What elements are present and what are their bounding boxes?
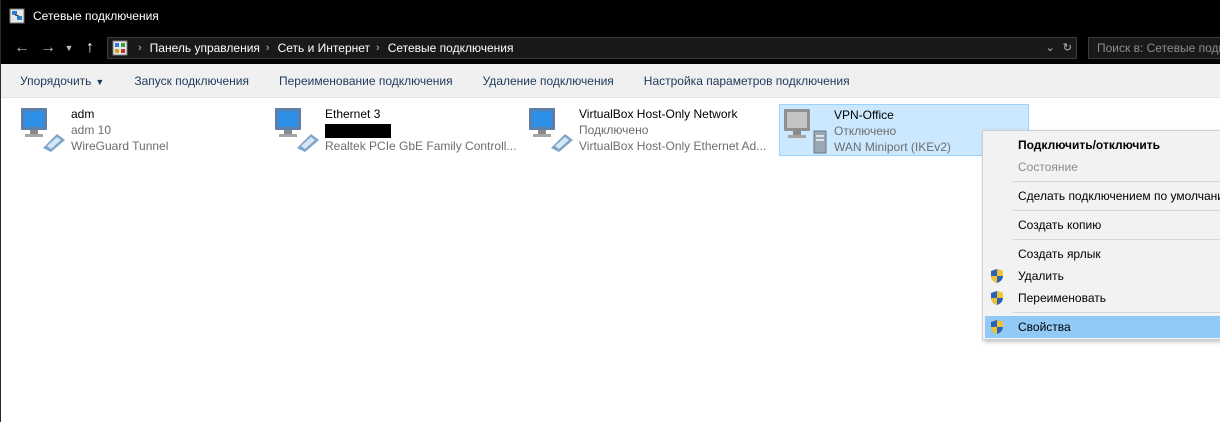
title-bar: Сетевые подключения: [1, 0, 1220, 32]
breadcrumb-network-connections[interactable]: Сетевые подключения: [388, 41, 514, 55]
connection-device: WAN Miniport (IKEv2): [834, 140, 951, 154]
connection-status: Отключено: [834, 124, 897, 138]
menu-separator: [1013, 312, 1220, 313]
explorer-window: Сетевые подключения ← → ▼ ↑ › Панель упр…: [0, 0, 1220, 422]
connection-device: Realtek PCIe GbE Family Controll...: [325, 139, 517, 153]
menu-item-status: Состояние: [1018, 160, 1078, 174]
network-connections-icon: [9, 8, 25, 24]
connection-item-virtualbox[interactable]: VirtualBox Host-Only Network Подключено …: [525, 104, 775, 156]
chevron-down-icon[interactable]: ⌄: [1046, 41, 1055, 54]
breadcrumb-control-panel[interactable]: Панель управления: [150, 41, 260, 55]
address-bar[interactable]: › Панель управления › Сеть и Интернет › …: [107, 37, 1077, 59]
connection-device: VirtualBox Host-Only Ethernet Ad...: [579, 139, 767, 153]
search-input[interactable]: Поиск в: Сетевые подкл: [1088, 37, 1220, 59]
up-arrow-icon[interactable]: ↑: [77, 35, 103, 61]
connection-text: adm adm 10 WireGuard Tunnel: [71, 104, 168, 156]
network-adapter-icon: [529, 108, 573, 152]
connection-text: VPN-Office Отключено WAN Miniport (IKEv2…: [834, 105, 951, 155]
menu-item-rename[interactable]: Переименовать: [985, 287, 1220, 309]
command-bar: Упорядочить ▼ Запуск подключения Переимен…: [1, 64, 1220, 98]
connection-name: VirtualBox Host-Only Network: [579, 107, 738, 121]
menu-item-properties[interactable]: Свойства: [985, 316, 1220, 338]
connection-text: Ethernet 3 Realtek PCIe GbE Family Contr…: [325, 104, 516, 156]
menu-item-create-copy[interactable]: Создать копию: [985, 214, 1220, 236]
delete-connection-button[interactable]: Удаление подключения: [483, 74, 614, 88]
breadcrumb-network-internet[interactable]: Сеть и Интернет: [278, 41, 370, 55]
menu-item-set-default[interactable]: Сделать подключением по умолчанию: [985, 185, 1220, 207]
uac-shield-icon: [991, 291, 1003, 305]
connection-settings-button[interactable]: Настройка параметров подключения: [644, 74, 850, 88]
menu-item-connect-disconnect[interactable]: Подключить/отключить: [985, 134, 1220, 156]
menu-item-create-shortcut[interactable]: Создать ярлык: [985, 243, 1220, 265]
connection-item-ethernet-3[interactable]: Ethernet 3 Realtek PCIe GbE Family Contr…: [271, 104, 521, 156]
connection-name: adm: [71, 107, 95, 121]
forward-arrow-icon[interactable]: →: [35, 35, 61, 61]
back-arrow-icon[interactable]: ←: [9, 35, 35, 61]
organize-button[interactable]: Упорядочить ▼: [20, 74, 104, 88]
connection-name: Ethernet 3: [325, 107, 381, 121]
connection-name: VPN-Office: [834, 108, 894, 122]
address-controls: ⌄ ↻: [1046, 41, 1072, 54]
connection-text: VirtualBox Host-Only Network Подключено …: [579, 104, 766, 156]
network-adapter-icon: [275, 108, 319, 152]
connection-status: adm 10: [71, 123, 112, 137]
refresh-icon[interactable]: ↻: [1063, 41, 1072, 54]
breadcrumb-separator[interactable]: ›: [266, 42, 270, 54]
breadcrumb-separator[interactable]: ›: [376, 42, 380, 54]
menu-item-label: Удалить: [1018, 269, 1064, 283]
network-adapter-icon: [21, 108, 65, 152]
rename-connection-button[interactable]: Переименование подключения: [279, 74, 453, 88]
context-menu: Подключить/отключить Состояние Сделать п…: [982, 130, 1220, 340]
menu-item-label: Свойства: [1018, 320, 1071, 334]
navigation-bar: ← → ▼ ↑ › Панель управления › Сеть и Инт…: [1, 32, 1220, 64]
uac-shield-icon: [991, 320, 1003, 334]
organize-label: Упорядочить: [20, 73, 92, 88]
control-panel-icon: [112, 40, 128, 56]
connection-item-adm[interactable]: adm adm 10 WireGuard Tunnel: [17, 104, 267, 156]
vpn-connection-icon: [784, 109, 827, 154]
menu-separator: [1013, 239, 1220, 240]
window-title: Сетевые подключения: [33, 9, 159, 23]
chevron-down-icon[interactable]: ▼: [61, 35, 77, 61]
menu-item-label: Переименовать: [1018, 291, 1106, 305]
uac-shield-icon: [991, 269, 1003, 283]
connection-status-redacted: [325, 122, 516, 138]
menu-separator: [1013, 210, 1220, 211]
chevron-down-icon: ▼: [95, 76, 105, 87]
connection-device: WireGuard Tunnel: [71, 139, 169, 153]
connection-status: Подключено: [579, 123, 649, 137]
menu-separator: [1013, 181, 1220, 182]
start-connection-button[interactable]: Запуск подключения: [134, 74, 249, 88]
breadcrumb-separator[interactable]: ›: [138, 42, 142, 54]
menu-item-delete[interactable]: Удалить: [985, 265, 1220, 287]
redaction-bar: [325, 123, 391, 138]
